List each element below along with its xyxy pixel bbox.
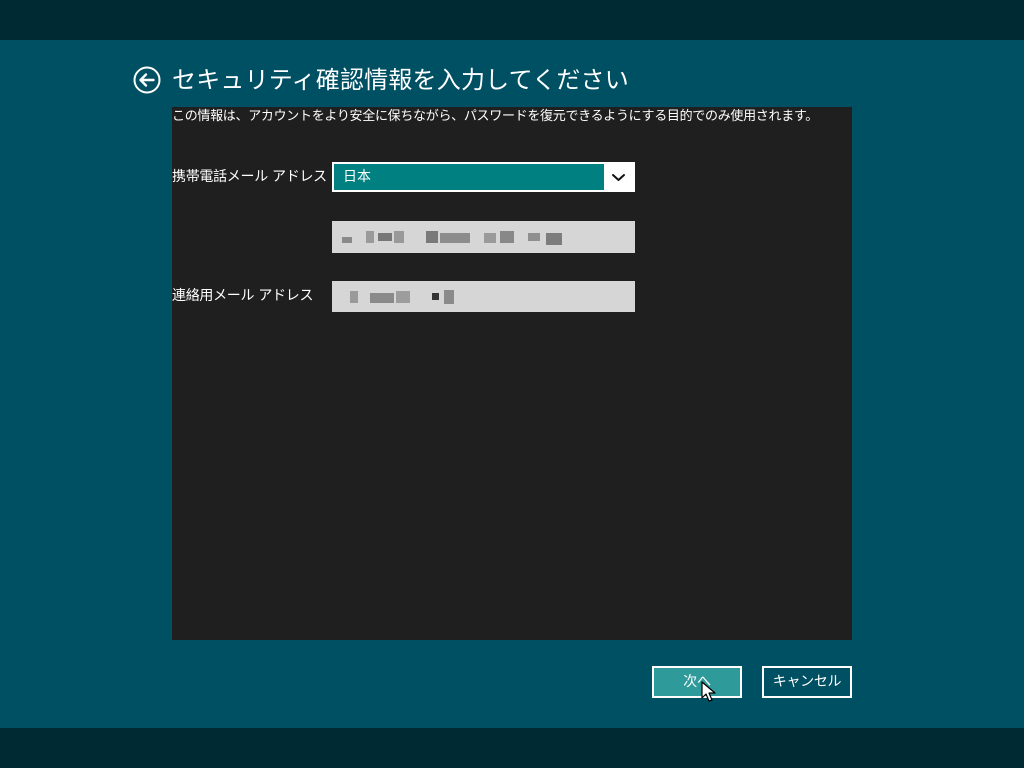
content-panel: この情報は、アカウントをより安全に保ちながら、パスワードを復元できるようにする目… (172, 107, 852, 640)
chevron-down-icon (604, 164, 633, 190)
page-title: セキュリティ確認情報を入力してください (172, 66, 629, 94)
contact-email-label: 連絡用メール アドレス (172, 288, 314, 304)
next-button[interactable]: 次へ (652, 666, 742, 698)
country-select-value: 日本 (343, 169, 371, 185)
redacted-text (350, 291, 358, 303)
phone-email-input[interactable] (332, 221, 635, 253)
back-arrow-icon (133, 66, 161, 94)
bottom-band (0, 728, 1024, 768)
back-button[interactable] (133, 66, 161, 94)
redacted-text (342, 237, 352, 243)
country-select[interactable]: 日本 (332, 162, 635, 192)
description-text: この情報は、アカウントをより安全に保ちながら、パスワードを復元できるようにする目… (172, 109, 819, 124)
top-band (0, 0, 1024, 40)
contact-email-input[interactable] (332, 281, 635, 312)
cancel-button[interactable]: キャンセル (762, 666, 852, 698)
phone-email-label: 携帯電話メール アドレス (172, 169, 327, 185)
